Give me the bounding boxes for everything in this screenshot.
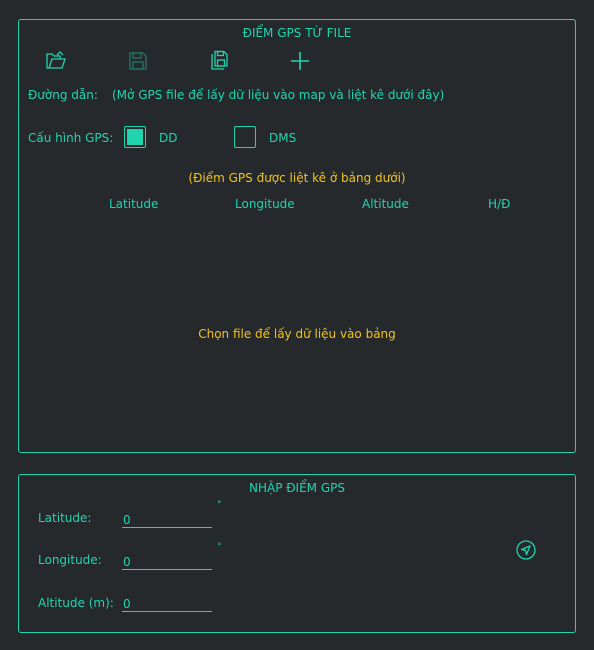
altitude-input[interactable]	[122, 596, 212, 612]
path-label: Đường dẫn:	[28, 88, 98, 102]
longitude-unit: °	[217, 542, 222, 552]
column-header-latitude[interactable]: Latitude	[109, 197, 158, 211]
longitude-input[interactable]	[122, 554, 212, 570]
path-value: (Mở GPS file để lấy dữ liệu vào map và l…	[112, 88, 445, 102]
list-hint: (Điểm GPS được liệt kê ở bảng dưới)	[188, 171, 406, 185]
send-icon[interactable]	[516, 540, 536, 560]
save-copy-icon[interactable]	[208, 50, 230, 72]
gps-input-panel: NHẬP ĐIỂM GPS Latitude: ° Longitude: ° A…	[18, 474, 576, 633]
gps-config-label: Cấu hình GPS:	[28, 131, 114, 145]
latitude-input[interactable]	[122, 512, 212, 528]
column-header-longitude[interactable]: Longitude	[235, 197, 295, 211]
save-icon[interactable]	[128, 51, 148, 71]
altitude-label: Altitude (m):	[38, 596, 114, 610]
plus-icon[interactable]	[290, 51, 310, 71]
gps-input-panel-title: NHẬP ĐIỂM GPS	[249, 481, 345, 495]
gps-file-panel: ĐIỂM GPS TỪ FILE Đường dẫn: (Mở GPS file…	[18, 19, 576, 453]
dms-checkbox[interactable]	[234, 126, 256, 148]
dd-checkbox[interactable]	[124, 126, 146, 148]
dms-label: DMS	[269, 131, 297, 145]
dd-label: DD	[159, 131, 178, 145]
empty-table-message: Chọn file để lấy dữ liệu vào bảng	[198, 327, 396, 341]
longitude-label: Longitude:	[38, 553, 102, 567]
latitude-label: Latitude:	[38, 511, 92, 525]
latitude-unit: °	[217, 500, 222, 510]
folder-open-icon[interactable]	[45, 50, 67, 72]
column-header-altitude[interactable]: Altitude	[362, 197, 409, 211]
column-header-hd[interactable]: H/Đ	[488, 197, 510, 211]
gps-file-panel-title: ĐIỂM GPS TỪ FILE	[242, 26, 352, 40]
